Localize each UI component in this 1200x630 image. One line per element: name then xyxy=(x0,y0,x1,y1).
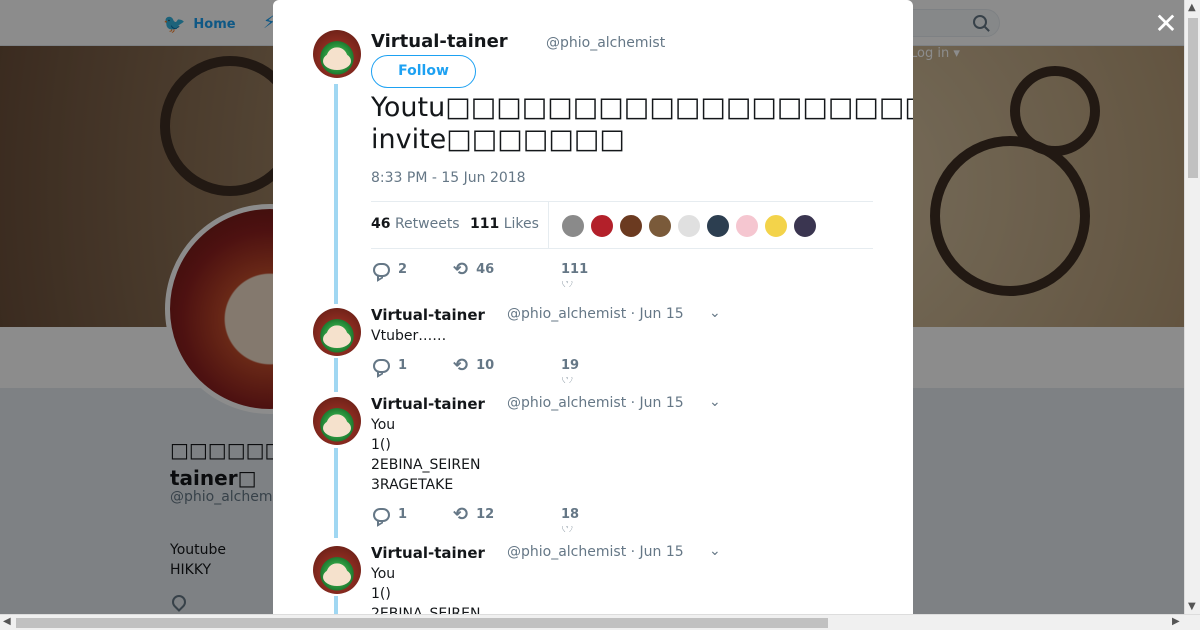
reply-count: 2 xyxy=(398,262,408,277)
like-button[interactable]: 18 ♡ xyxy=(561,507,580,532)
reply-count: 1 xyxy=(398,507,408,522)
heart-icon: ♡ xyxy=(561,281,575,287)
like-count: 111 xyxy=(561,262,589,277)
retweet-icon: ⟲ xyxy=(453,354,469,376)
reply-actions: 1 ⟲ 10 19 ♡ xyxy=(373,354,773,383)
like-button[interactable]: 19 ♡ xyxy=(561,358,580,383)
close-icon[interactable]: ✕ xyxy=(1153,10,1179,38)
thread-line xyxy=(334,84,338,304)
retweet-icon: ⟲ xyxy=(453,503,469,525)
scroll-down-icon[interactable]: ▼ xyxy=(1188,601,1196,612)
author-name[interactable]: Virtual-tainer xyxy=(371,31,508,52)
reply-tweet[interactable]: Virtual-tainer @phio_alchemist · Jun 15 … xyxy=(371,543,771,614)
reply-button[interactable]: 1 xyxy=(373,358,407,373)
tweet-actions: 2 ⟲ 46 111 ♡ xyxy=(373,258,773,287)
tweet-stats: 46 Retweets 111 Likes xyxy=(371,201,873,249)
chevron-down-icon[interactable]: ⌄ xyxy=(709,305,723,321)
liker-avatar[interactable] xyxy=(735,214,759,238)
scrollbar-thumb[interactable] xyxy=(16,618,828,628)
liker-avatar[interactable] xyxy=(590,214,614,238)
horizontal-scrollbar[interactable]: ◀ ▶ xyxy=(0,614,1200,630)
likes-label: Likes xyxy=(503,216,539,232)
avatar[interactable] xyxy=(313,397,361,445)
reply-actions: 1 ⟲ 12 18 ♡ xyxy=(373,503,773,532)
chevron-down-icon[interactable]: ⌄ xyxy=(709,543,723,559)
retweet-button[interactable]: ⟲ 10 xyxy=(453,354,495,376)
scroll-left-icon[interactable]: ◀ xyxy=(3,616,11,627)
retweet-count: 46 xyxy=(476,262,495,277)
author-handle[interactable]: @phio_alchemist xyxy=(546,35,665,51)
liker-avatar[interactable] xyxy=(706,214,730,238)
reply-tweet[interactable]: Virtual-tainer @phio_alchemist · Jun 15 … xyxy=(371,305,771,346)
heart-icon: ♡ xyxy=(561,377,575,383)
reply-icon xyxy=(373,262,390,277)
reply-icon xyxy=(373,507,390,522)
like-button[interactable]: 111 ♡ xyxy=(561,262,589,287)
retweet-icon: ⟲ xyxy=(453,258,469,280)
reply-icon xyxy=(373,358,390,373)
likes-count: 111 xyxy=(470,216,500,232)
liker-avatar[interactable] xyxy=(677,214,701,238)
retweet-count: 12 xyxy=(476,507,495,522)
reply-text: Vtuber…… xyxy=(371,328,447,344)
liker-avatar[interactable] xyxy=(764,214,788,238)
avatar[interactable] xyxy=(313,546,361,594)
thread-line xyxy=(334,358,338,392)
thread-line xyxy=(334,448,338,538)
reply-author-name[interactable]: Virtual-tainer xyxy=(371,544,485,562)
scroll-up-icon[interactable]: ▲ xyxy=(1188,2,1196,13)
retweet-button[interactable]: ⟲ 46 xyxy=(453,258,495,280)
tweet-modal: Virtual-tainer @phio_alchemist Follow Yo… xyxy=(273,0,913,614)
reply-author-name[interactable]: Virtual-tainer xyxy=(371,306,485,324)
reply-text: You 1() 2EBINA_SEIREN xyxy=(371,566,481,614)
scroll-right-icon[interactable]: ▶ xyxy=(1172,616,1180,627)
chevron-down-icon[interactable]: ⌄ xyxy=(709,394,723,410)
tweet-timestamp[interactable]: 8:33 PM - 15 Jun 2018 xyxy=(371,170,526,186)
reply-author-name[interactable]: Virtual-tainer xyxy=(371,395,485,413)
reply-tweet[interactable]: Virtual-tainer @phio_alchemist · Jun 15 … xyxy=(371,394,771,495)
reply-text: You 1() 2EBINA_SEIREN 3RAGETAKE xyxy=(371,417,481,493)
tweet-text: Youtu□□□□□□□□□□□□□□□□□□□□□□□□□□□□□□□□□□□… xyxy=(371,92,913,155)
liker-avatar[interactable] xyxy=(648,214,672,238)
retweet-count: 10 xyxy=(476,358,495,373)
liker-avatar[interactable] xyxy=(561,214,585,238)
avatar[interactable] xyxy=(313,308,361,356)
retweets-label: Retweets xyxy=(394,216,460,232)
retweet-button[interactable]: ⟲ 12 xyxy=(453,503,495,525)
scrollbar-thumb[interactable] xyxy=(1188,18,1198,178)
reply-count: 1 xyxy=(398,358,408,373)
retweets-count: 46 xyxy=(371,216,391,232)
reply-button[interactable]: 1 xyxy=(373,507,407,522)
stats-divider xyxy=(548,202,549,248)
likes-stat[interactable]: 111 Likes xyxy=(470,216,539,232)
vertical-scrollbar[interactable]: ▲ ▼ xyxy=(1184,0,1200,614)
reply-author-handle[interactable]: @phio_alchemist · Jun 15 xyxy=(507,306,684,322)
retweets-stat[interactable]: 46 Retweets xyxy=(371,216,460,232)
like-count: 19 xyxy=(561,358,580,373)
avatar[interactable] xyxy=(313,30,361,78)
liker-avatar[interactable] xyxy=(619,214,643,238)
reply-author-handle[interactable]: @phio_alchemist · Jun 15 xyxy=(507,395,684,411)
follow-button[interactable]: Follow xyxy=(371,55,476,88)
thread-line xyxy=(334,596,338,614)
like-count: 18 xyxy=(561,507,580,522)
reply-button[interactable]: 2 xyxy=(373,262,407,277)
reply-author-handle[interactable]: @phio_alchemist · Jun 15 xyxy=(507,544,684,560)
heart-icon: ♡ xyxy=(561,526,575,532)
liker-avatar[interactable] xyxy=(793,214,817,238)
